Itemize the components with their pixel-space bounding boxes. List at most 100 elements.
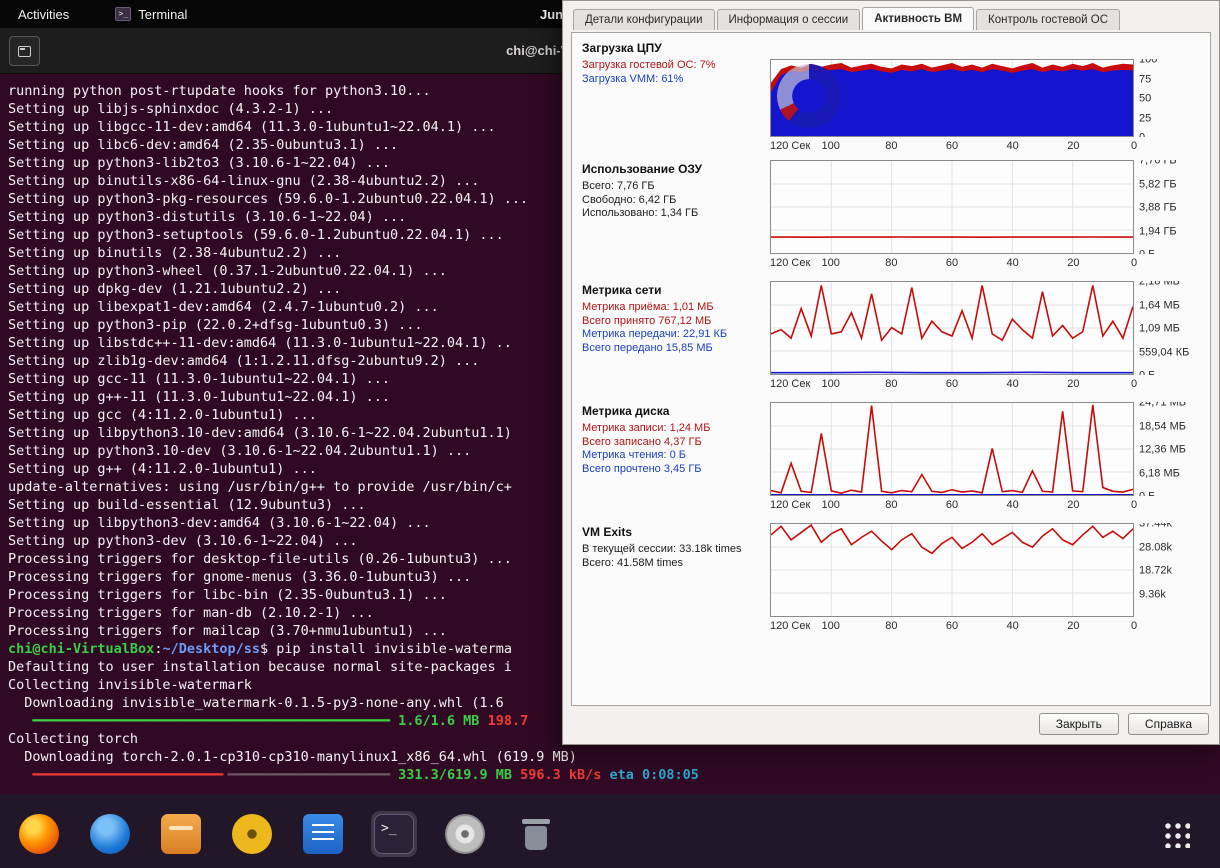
- x-axis-label: 60: [946, 257, 958, 269]
- app-grid-button[interactable]: [1162, 820, 1190, 848]
- stat-line: Всего: 7,76 ГБ: [582, 180, 764, 194]
- y-axis-label: 25: [1139, 112, 1151, 124]
- dock-item-firefox[interactable]: [16, 811, 62, 857]
- y-axis-label: 50: [1139, 93, 1151, 105]
- x-axis-label: 120 Сек: [770, 499, 810, 511]
- x-axis-label: 40: [1007, 257, 1019, 269]
- x-axis-label: 20: [1067, 499, 1079, 511]
- ram-section-title: Использование ОЗУ: [582, 162, 764, 176]
- disk-chart-yaxis: 24,71 МБ18,54 МБ12,36 МБ6,18 МБ0 Б: [1134, 402, 1206, 496]
- dock-item-rhythmbox[interactable]: [229, 811, 275, 857]
- cpu-load-donut: [777, 64, 841, 128]
- y-axis-label: 0 Б: [1139, 249, 1155, 254]
- dock-item-thunderbird[interactable]: [87, 811, 133, 857]
- x-axis-label: 60: [946, 378, 958, 390]
- y-axis-label: 100: [1139, 59, 1157, 66]
- y-axis-label: 0 Б: [1139, 491, 1155, 496]
- vm-exits-chart-yaxis: 37.44k28.08k18.72k9.36k: [1134, 523, 1206, 617]
- disk-section-title: Метрика диска: [582, 404, 764, 418]
- focused-app-menu[interactable]: >_ Terminal: [115, 7, 187, 22]
- x-axis-label: 0: [1131, 378, 1137, 390]
- stat-line: Загрузка VMM: 61%: [582, 73, 764, 87]
- disc-burner-icon: [445, 814, 485, 854]
- ram-chart-yaxis: 7,76 ГБ5,82 ГБ3,88 ГБ1,94 ГБ0 Б: [1134, 160, 1206, 254]
- vm-exits-chart: [770, 523, 1134, 617]
- disk-chart-xaxis: 120 Сек100806040200: [770, 496, 1134, 513]
- x-axis-label: 40: [1007, 499, 1019, 511]
- y-axis-label: 75: [1139, 73, 1151, 85]
- stat-line: Всего принято 767,12 МБ: [582, 315, 764, 329]
- dock-item-files[interactable]: [158, 811, 204, 857]
- trash-icon: [516, 814, 556, 854]
- y-axis-label: 28.08k: [1139, 541, 1172, 553]
- ram-stats: Всего: 7,76 ГБСвободно: 6,42 ГБИспользов…: [582, 180, 764, 221]
- cpu-stats: Загрузка гостевой ОС: 7%Загрузка VMM: 61…: [582, 59, 764, 86]
- x-axis-label: 80: [885, 257, 897, 269]
- clock[interactable]: Jun: [540, 0, 563, 28]
- dock-item-trash[interactable]: [513, 811, 559, 857]
- x-axis-label: 20: [1067, 140, 1079, 152]
- disk-stats: Метрика записи: 1,24 МБВсего записано 4,…: [582, 422, 764, 476]
- vm-exits-chart-xaxis: 120 Сек100806040200: [770, 617, 1134, 634]
- x-axis-label: 0: [1131, 140, 1137, 152]
- dock-item-libreoffice-writer[interactable]: [300, 811, 346, 857]
- terminal-line: ━━━━━━━━━━━━━━━━━━━━━━━╸━━━━━━━━━━━━━━━━…: [8, 766, 1220, 784]
- vm-exits-section-title: VM Exits: [582, 525, 764, 539]
- y-axis-label: 559,04 КБ: [1139, 346, 1189, 358]
- network-section-title: Метрика сети: [582, 283, 764, 297]
- libreoffice-writer-icon: [303, 814, 343, 854]
- cpu-chart: [770, 59, 1134, 137]
- terminal-app-icon: >_: [115, 7, 131, 21]
- x-axis-label: 20: [1067, 378, 1079, 390]
- y-axis-label: 1,09 МБ: [1139, 323, 1180, 335]
- y-axis-label: 1,64 МБ: [1139, 299, 1180, 311]
- x-axis-label: 120 Сек: [770, 620, 810, 632]
- network-chart: [770, 281, 1134, 375]
- dock: >_: [0, 800, 1220, 868]
- dock-item-terminal[interactable]: >_: [371, 811, 417, 857]
- vm-exits-stats: В текущей сессии: 33.18k timesВсего: 41.…: [582, 543, 764, 570]
- stat-line: Всего записано 4,37 ГБ: [582, 436, 764, 450]
- cpu-load-section: Загрузка ЦПУ Загрузка гостевой ОС: 7%Заг…: [574, 39, 1206, 154]
- tab-guest-control[interactable]: Контроль гостевой ОС: [976, 9, 1120, 30]
- x-axis-label: 0: [1131, 257, 1137, 269]
- x-axis-label: 60: [946, 140, 958, 152]
- dialog-tabs: Детали конфигурации Информация о сессии …: [573, 9, 1122, 30]
- tab-vm-activity[interactable]: Активность ВМ: [862, 7, 974, 30]
- vm-activity-panel: Загрузка ЦПУ Загрузка гостевой ОС: 7%Заг…: [571, 32, 1211, 706]
- activities-button[interactable]: Activities: [0, 0, 87, 28]
- cpu-chart-yaxis: 100 75 50 25 0: [1134, 59, 1206, 137]
- help-button[interactable]: Справка: [1128, 713, 1209, 735]
- x-axis-label: 100: [821, 257, 839, 269]
- x-axis-label: 0: [1131, 499, 1137, 511]
- tab-session-information[interactable]: Информация о сессии: [717, 9, 861, 30]
- new-tab-button[interactable]: [9, 36, 40, 66]
- stat-line: Метрика чтения: 0 Б: [582, 449, 764, 463]
- x-axis-label: 80: [885, 620, 897, 632]
- cpu-chart-xaxis: 120 Сек100806040200: [770, 137, 1134, 154]
- x-axis-label: 40: [1007, 140, 1019, 152]
- x-axis-label: 20: [1067, 257, 1079, 269]
- tab-configuration-details[interactable]: Детали конфигурации: [573, 9, 715, 30]
- y-axis-label: 24,71 МБ: [1139, 402, 1186, 409]
- y-axis-label: 3,88 ГБ: [1139, 202, 1177, 214]
- x-axis-label: 100: [821, 620, 839, 632]
- disk-metrics-section: Метрика диска Метрика записи: 1,24 МБВсе…: [574, 402, 1206, 513]
- y-axis-label: 7,76 ГБ: [1139, 160, 1177, 167]
- y-axis-label: 18,54 МБ: [1139, 420, 1186, 432]
- x-axis-label: 80: [885, 140, 897, 152]
- close-button[interactable]: Закрыть: [1039, 713, 1119, 735]
- y-axis-label: 0: [1139, 132, 1145, 137]
- dock-item-disc-burner[interactable]: [442, 811, 488, 857]
- network-stats: Метрика приёма: 1,01 МБВсего принято 767…: [582, 301, 764, 355]
- y-axis-label: 2,18 МБ: [1139, 281, 1180, 288]
- dialog-buttons: Закрыть Справка: [1039, 713, 1209, 735]
- focused-app-label: Terminal: [138, 7, 187, 22]
- stat-line: Метрика записи: 1,24 МБ: [582, 422, 764, 436]
- y-axis-label: 9.36k: [1139, 588, 1166, 600]
- x-axis-label: 60: [946, 499, 958, 511]
- x-axis-label: 100: [821, 499, 839, 511]
- y-axis-label: 1,94 ГБ: [1139, 225, 1177, 237]
- x-axis-label: 80: [885, 378, 897, 390]
- y-axis-label: 37.44k: [1139, 523, 1172, 530]
